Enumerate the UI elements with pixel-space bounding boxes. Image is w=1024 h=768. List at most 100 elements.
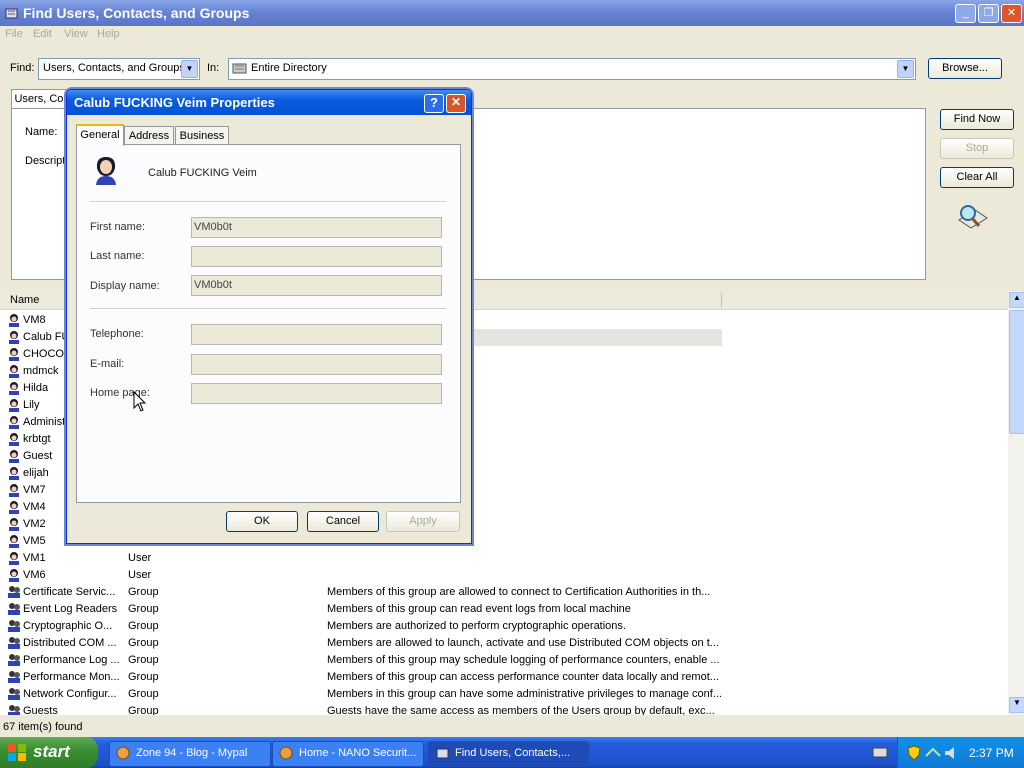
table-row[interactable]: Event Log Readers Group Members of this gr… bbox=[0, 601, 1008, 618]
first-name-label: First name: bbox=[90, 221, 146, 233]
row-name: Distributed COM ... bbox=[23, 637, 117, 649]
user-icon bbox=[9, 501, 19, 514]
tab-address[interactable]: Address bbox=[124, 126, 174, 145]
table-row[interactable]: Network Configur... Group Members in this … bbox=[0, 686, 1008, 703]
table-row[interactable]: Guests Group Guests have the same access a… bbox=[0, 703, 1008, 715]
find-combo-value: Users, Contacts, and Groups bbox=[43, 62, 185, 74]
window-titlebar: Find Users, Contacts, and Groups _ ❐ ✕ bbox=[0, 0, 1024, 26]
user-icon bbox=[9, 467, 19, 480]
contact-display-heading: Calub FUCKING Veim bbox=[148, 167, 257, 179]
telephone-field[interactable] bbox=[191, 324, 442, 345]
table-row[interactable]: VM1 User bbox=[0, 550, 1008, 567]
row-name: VM1 bbox=[23, 552, 46, 564]
row-description: Members are authorized to perform crypto… bbox=[327, 620, 626, 632]
general-tab-panel: Calub FUCKING Veim First name: VM0b0t La… bbox=[76, 144, 461, 503]
group-icon bbox=[8, 671, 20, 683]
table-row[interactable]: Distributed COM ... Group Members are allo… bbox=[0, 635, 1008, 652]
network-icon[interactable] bbox=[925, 746, 941, 760]
first-name-field[interactable]: VM0b0t bbox=[191, 217, 442, 238]
group-icon bbox=[8, 705, 20, 715]
menu-edit[interactable]: Edit bbox=[33, 28, 52, 40]
taskbar-item-mypal[interactable]: Zone 94 - Blog - Mypal bbox=[109, 741, 271, 767]
row-name: Performance Log ... bbox=[23, 654, 120, 666]
taskbar-item-nano[interactable]: Home - NANO Securit... bbox=[272, 741, 424, 767]
row-name: VM4 bbox=[23, 501, 46, 513]
row-description: Members of this group may schedule loggi… bbox=[327, 654, 720, 666]
dialog-close-button[interactable]: ✕ bbox=[446, 94, 466, 113]
row-name: VM6 bbox=[23, 569, 46, 581]
table-row[interactable]: Certificate Servic... Group Members of thi… bbox=[0, 584, 1008, 601]
ok-button[interactable]: OK bbox=[226, 511, 298, 532]
user-icon bbox=[9, 365, 19, 378]
keyboard-icon[interactable] bbox=[872, 746, 888, 760]
menu-help[interactable]: Help bbox=[97, 28, 120, 40]
email-field[interactable] bbox=[191, 354, 442, 375]
volume-icon[interactable] bbox=[943, 746, 959, 760]
table-row[interactable]: VM6 User bbox=[0, 567, 1008, 584]
row-name: Network Configur... bbox=[23, 688, 117, 700]
results-scrollbar[interactable]: ▲ ▼ bbox=[1008, 291, 1024, 715]
column-name[interactable]: Name bbox=[10, 294, 39, 306]
row-name: Certificate Servic... bbox=[23, 586, 116, 598]
group-icon bbox=[8, 603, 20, 615]
row-name: Administ bbox=[23, 416, 66, 428]
group-icon bbox=[8, 654, 20, 666]
chevron-down-icon[interactable]: ▼ bbox=[181, 60, 198, 78]
mouse-cursor-icon bbox=[133, 391, 147, 412]
user-icon bbox=[9, 331, 19, 344]
display-name-field[interactable]: VM0b0t bbox=[191, 275, 442, 296]
table-row[interactable]: Cryptographic O... Group Members are autho… bbox=[0, 618, 1008, 635]
row-type: Group bbox=[128, 671, 159, 683]
start-button[interactable]: start bbox=[0, 737, 98, 768]
maximize-button[interactable]: ❐ bbox=[978, 4, 999, 23]
menu-file[interactable]: File bbox=[5, 28, 23, 40]
user-avatar-icon bbox=[96, 157, 116, 185]
table-row[interactable]: Performance Log ... Group Members of this … bbox=[0, 652, 1008, 669]
status-text: 67 item(s) found bbox=[3, 721, 83, 733]
taskbar-item-find-users[interactable]: Find Users, Contacts,... bbox=[428, 741, 589, 767]
last-name-field[interactable] bbox=[191, 246, 442, 267]
tab-business[interactable]: Business bbox=[175, 126, 229, 145]
in-combo[interactable]: Entire Directory ▼ bbox=[228, 58, 916, 80]
user-icon bbox=[9, 552, 19, 565]
stop-button[interactable]: Stop bbox=[940, 138, 1014, 159]
row-type: User bbox=[128, 552, 152, 564]
find-combo[interactable]: Users, Contacts, and Groups ▼ bbox=[38, 58, 200, 80]
search-magnifier-icon bbox=[958, 205, 988, 229]
minimize-button[interactable]: _ bbox=[955, 4, 976, 23]
tab-general[interactable]: General bbox=[76, 124, 124, 146]
dialog-title: Calub FUCKING Veim Properties bbox=[74, 95, 275, 110]
group-icon bbox=[8, 688, 20, 700]
row-name: Guest bbox=[23, 450, 53, 462]
help-button[interactable]: ? bbox=[424, 94, 444, 113]
row-type: Group bbox=[128, 603, 159, 615]
table-row[interactable]: Performance Mon... Group Members of this g… bbox=[0, 669, 1008, 686]
email-label: E-mail: bbox=[90, 358, 125, 370]
row-name: VM2 bbox=[23, 518, 46, 530]
statusbar: 67 item(s) found bbox=[0, 717, 1024, 737]
close-button[interactable]: ✕ bbox=[1001, 4, 1022, 23]
browse-button[interactable]: Browse... bbox=[928, 58, 1002, 79]
home-page-field[interactable] bbox=[191, 383, 442, 404]
tab-users-contacts-groups[interactable]: Users, Con bbox=[11, 89, 73, 108]
start-label: start bbox=[33, 742, 70, 761]
row-description: Members of this group can read event log… bbox=[327, 603, 631, 615]
in-label: In: bbox=[207, 62, 220, 74]
row-type: Group bbox=[128, 586, 159, 598]
scroll-up-arrow: ▲ bbox=[1009, 292, 1024, 308]
find-now-button[interactable]: Find Now bbox=[940, 109, 1014, 130]
row-type: User bbox=[128, 569, 152, 581]
row-description: Members of this group are allowed to con… bbox=[327, 586, 711, 598]
system-tray: 2:37 PM bbox=[872, 737, 1024, 768]
cancel-button[interactable]: Cancel bbox=[307, 511, 379, 532]
menu-view[interactable]: View bbox=[64, 28, 88, 40]
security-shield-icon[interactable] bbox=[907, 745, 921, 761]
user-icon bbox=[9, 569, 19, 582]
user-icon bbox=[9, 518, 19, 531]
clear-all-button[interactable]: Clear All bbox=[940, 167, 1014, 188]
browser-icon bbox=[279, 746, 293, 760]
row-name: Lily bbox=[23, 399, 40, 411]
apply-button[interactable]: Apply bbox=[386, 511, 460, 532]
chevron-down-icon[interactable]: ▼ bbox=[897, 60, 914, 78]
row-type: Group bbox=[128, 620, 159, 632]
